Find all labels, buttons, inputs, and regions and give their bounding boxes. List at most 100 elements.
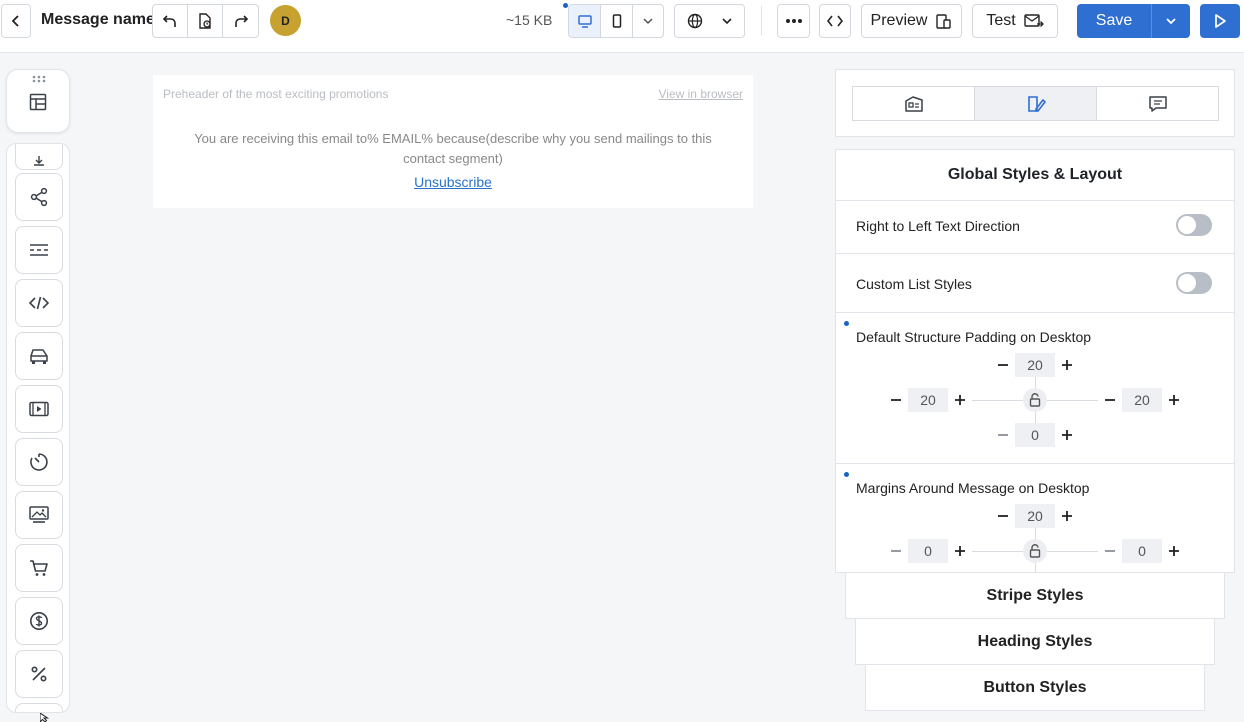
history-group	[152, 4, 259, 38]
block-item-partial[interactable]	[15, 144, 63, 170]
increase-button[interactable]	[948, 539, 972, 563]
margins-row: Margins Around Message on Desktop 20 0 0	[836, 464, 1234, 572]
more-button[interactable]	[777, 4, 810, 38]
block-amp[interactable]	[15, 332, 63, 380]
padding-bottom-value[interactable]: 0	[1015, 423, 1055, 447]
blocks-rail	[6, 143, 70, 713]
device-dropdown-button[interactable]	[633, 5, 663, 37]
global-styles-panel: Global Styles & Layout Right to Left Tex…	[835, 149, 1235, 573]
margin-right-value[interactable]: 0	[1122, 539, 1162, 563]
settings-tabs-card	[835, 69, 1235, 137]
share-icon	[30, 187, 48, 207]
padding-top-value[interactable]: 20	[1015, 353, 1055, 377]
versions-button[interactable]	[188, 5, 223, 37]
padding-right-value[interactable]: 20	[1122, 388, 1162, 412]
view-in-browser-link[interactable]: View in browser	[659, 87, 743, 101]
redo-icon	[234, 15, 248, 27]
increase-button[interactable]	[1055, 423, 1079, 447]
margin-left-value[interactable]: 0	[908, 539, 948, 563]
paint-styles-icon	[1027, 95, 1046, 112]
block-product[interactable]	[15, 544, 63, 592]
desktop-view-button[interactable]	[569, 5, 601, 37]
tab-comments[interactable]	[1097, 87, 1218, 120]
block-social[interactable]	[15, 173, 63, 221]
settings-tabs	[852, 86, 1219, 121]
message-name[interactable]: Message name	[41, 11, 155, 29]
minus-icon	[891, 550, 901, 552]
decrease-button[interactable]	[991, 504, 1015, 528]
block-item-partial[interactable]	[15, 703, 63, 712]
stripe-styles-section[interactable]: Stripe Styles	[845, 572, 1225, 619]
run-button[interactable]	[1200, 4, 1240, 38]
panel-title[interactable]: Global Styles & Layout	[836, 150, 1234, 201]
email-preview[interactable]: Preheader of the most exciting promotion…	[153, 75, 753, 208]
decrease-button[interactable]	[991, 353, 1015, 377]
padding-top-stepper: 20	[991, 353, 1079, 377]
block-spacer[interactable]	[15, 226, 63, 274]
car-icon	[30, 349, 48, 364]
button-styles-section[interactable]: Button Styles	[865, 664, 1205, 711]
decrease-button[interactable]	[991, 423, 1015, 447]
margin-left-stepper: 0	[884, 539, 972, 563]
more-dots-icon	[785, 19, 802, 23]
save-button[interactable]: Save	[1077, 4, 1152, 38]
tab-content[interactable]	[853, 87, 975, 120]
mobile-view-button[interactable]	[601, 5, 633, 37]
decrease-button[interactable]	[884, 388, 908, 412]
block-discount[interactable]	[15, 650, 63, 698]
decrease-button[interactable]	[1098, 539, 1122, 563]
plus-icon	[1062, 360, 1072, 370]
undo-button[interactable]	[153, 5, 188, 37]
receiving-reason-text: You are receiving this email to% EMAIL% …	[194, 131, 712, 166]
block-price[interactable]	[15, 597, 63, 645]
minus-icon	[998, 364, 1008, 366]
top-toolbar: Message name D ~15 KB Preview Test Save	[0, 0, 1244, 53]
language-button[interactable]	[674, 4, 745, 38]
chevron-left-icon	[11, 15, 19, 27]
decrease-button[interactable]	[1098, 388, 1122, 412]
avatar[interactable]: D	[270, 5, 301, 36]
preheader-text: Preheader of the most exciting promotion…	[163, 87, 389, 101]
custom-list-toggle[interactable]	[1176, 272, 1212, 294]
globe-icon	[687, 13, 702, 29]
increase-button[interactable]	[1055, 504, 1079, 528]
padding-lock-button[interactable]	[1023, 388, 1047, 412]
increase-button[interactable]	[1162, 388, 1186, 412]
padding-left-value[interactable]: 20	[908, 388, 948, 412]
unsubscribe-link[interactable]: Unsubscribe	[153, 174, 753, 190]
chevron-down-icon	[721, 18, 732, 25]
back-button[interactable]	[1, 4, 31, 38]
save-options-button[interactable]	[1152, 4, 1190, 38]
code-button[interactable]	[819, 4, 851, 38]
tab-styles[interactable]	[975, 87, 1097, 120]
blocks-panel-toggle[interactable]	[6, 69, 70, 133]
preview-button[interactable]: Preview	[861, 4, 962, 38]
increase-button[interactable]	[1162, 539, 1186, 563]
minus-icon	[1105, 550, 1115, 552]
decrease-button[interactable]	[884, 539, 908, 563]
play-icon	[1215, 14, 1226, 28]
plus-icon	[1062, 430, 1072, 440]
mobile-icon	[612, 14, 621, 28]
percent-icon	[31, 666, 47, 682]
block-video[interactable]	[15, 385, 63, 433]
block-html[interactable]	[15, 279, 63, 327]
message-size: ~15 KB	[506, 12, 553, 28]
rtl-toggle[interactable]	[1176, 214, 1212, 236]
increase-button[interactable]	[948, 388, 972, 412]
margins-lock-button[interactable]	[1023, 539, 1047, 563]
chevron-down-icon	[643, 18, 653, 25]
minus-icon	[1105, 399, 1115, 401]
margin-top-value[interactable]: 20	[1015, 504, 1055, 528]
redo-button[interactable]	[223, 5, 258, 37]
block-timer[interactable]	[15, 438, 63, 486]
test-button[interactable]: Test	[972, 4, 1058, 38]
unlock-icon	[1029, 544, 1041, 558]
margins-label: Margins Around Message on Desktop	[856, 480, 1090, 496]
block-banner[interactable]	[15, 491, 63, 539]
document-history-icon	[199, 13, 211, 29]
drag-handle-icon[interactable]	[32, 75, 46, 83]
heading-styles-section[interactable]: Heading Styles	[855, 618, 1215, 665]
increase-button[interactable]	[1055, 353, 1079, 377]
code-icon	[827, 15, 843, 27]
